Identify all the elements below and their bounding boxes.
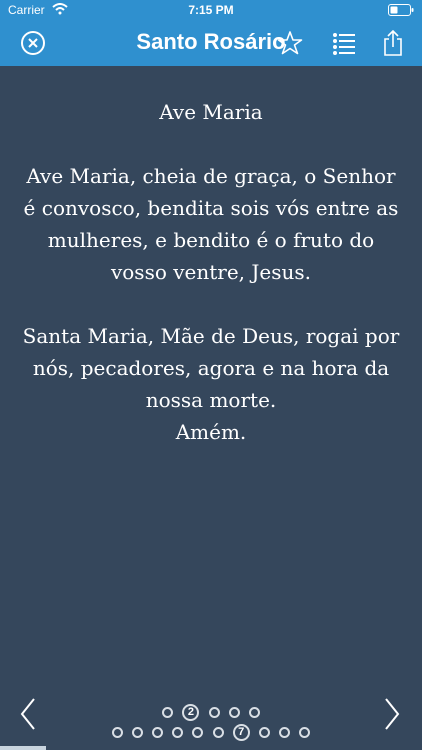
- pager-dot[interactable]: [152, 727, 164, 738]
- pager-dot[interactable]: [212, 727, 224, 738]
- share-icon: [384, 29, 402, 56]
- pager-dot-current[interactable]: 7: [232, 724, 250, 741]
- pager-dot[interactable]: [248, 707, 260, 718]
- nav-title: Santo Rosário: [136, 29, 286, 54]
- pager-dot-current[interactable]: 2: [182, 704, 200, 721]
- pager-dot[interactable]: [192, 727, 204, 738]
- prayer-content: Ave Maria Ave Maria, cheia de graça, o S…: [20, 96, 402, 480]
- pager-dot[interactable]: [278, 727, 290, 738]
- star-icon: [277, 31, 303, 55]
- nav-bar: Santo Rosário: [0, 20, 422, 66]
- pager-dot[interactable]: [258, 727, 270, 738]
- prayer-title: Ave Maria: [159, 100, 263, 124]
- prayer-paragraph: Ave Maria, cheia de graça, o Senhor é co…: [23, 164, 399, 284]
- prayer-paragraph: Santa Maria, Mãe de Deus, rogai por nós,…: [22, 324, 400, 444]
- decade-pager: 2: [0, 702, 422, 721]
- share-button[interactable]: [380, 29, 406, 56]
- pager-dot[interactable]: [172, 727, 184, 738]
- pager-dot[interactable]: [208, 707, 220, 718]
- pager-dot[interactable]: [162, 707, 174, 718]
- list-button[interactable]: [331, 30, 357, 56]
- battery-icon: [388, 4, 414, 19]
- home-indicator: [0, 746, 46, 750]
- favorite-button[interactable]: [277, 30, 303, 56]
- pager-dot[interactable]: [298, 727, 310, 738]
- status-time: 7:15 PM: [188, 3, 234, 17]
- pager-dot[interactable]: [228, 707, 240, 718]
- status-bar: Carrier 7:15 PM: [0, 0, 422, 20]
- bead-pager: 7: [0, 722, 422, 741]
- list-icon: [333, 33, 355, 55]
- pager-dot[interactable]: [132, 727, 144, 738]
- pager-dot[interactable]: [112, 727, 124, 738]
